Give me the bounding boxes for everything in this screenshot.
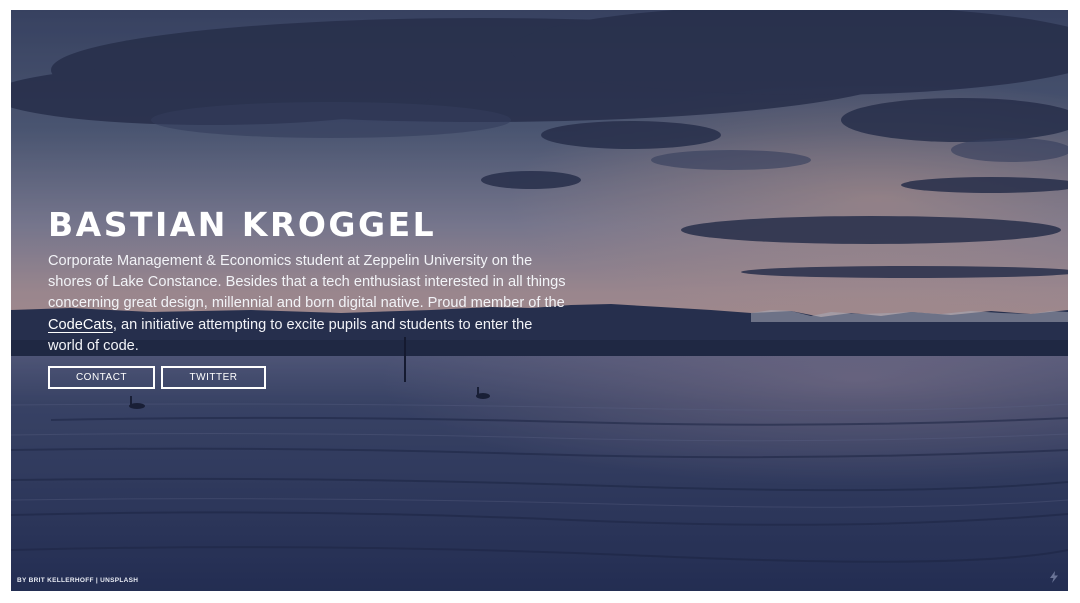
bio-text: Corporate Management & Economics student…	[48, 251, 568, 357]
codecats-link[interactable]: CodeCats	[48, 317, 113, 333]
photo-credit: BY BRIT KELLERHOFF | UNSPLASH	[17, 577, 139, 584]
twitter-button[interactable]: TWITTER	[161, 366, 266, 389]
page-title: BASTIAN KROGGEL	[48, 205, 437, 244]
bio-text-start: Corporate Management & Economics student…	[48, 253, 566, 312]
lightning-icon[interactable]	[1048, 571, 1060, 583]
bio-text-end: , an initiative attempting to excite pup…	[48, 316, 533, 354]
hero-text: BASTIAN KROGGEL Corporate Management & E…	[48, 205, 588, 357]
contact-button[interactable]: CONTACT	[48, 366, 155, 389]
hero-section: BASTIAN KROGGEL Corporate Management & E…	[11, 10, 1068, 591]
